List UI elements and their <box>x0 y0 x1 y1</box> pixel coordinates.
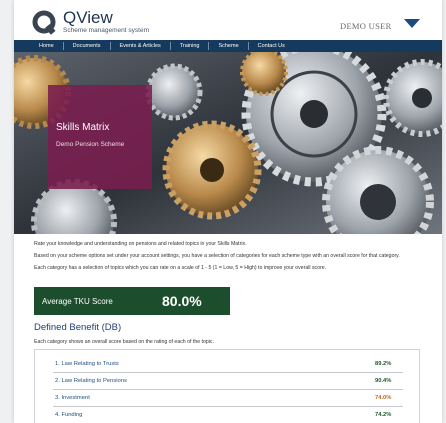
category-list: 1. Law Relating to Trusts 89.2% 2. Law R… <box>34 349 420 423</box>
brand-name[interactable]: QView <box>63 9 113 26</box>
hero-banner: Skills Matrix Demo Pension Scheme <box>14 52 442 234</box>
category-score: 74.2% <box>375 412 392 418</box>
q-logo-icon[interactable] <box>32 10 58 36</box>
category-score: 74.0% <box>375 395 392 401</box>
nav-item-home[interactable]: Home <box>30 42 64 50</box>
category-row[interactable]: 3. Investment 74.0% <box>53 390 403 407</box>
category-row[interactable]: 1. Law Relating to Trusts 89.2% <box>53 356 403 373</box>
nav-item-contact[interactable]: Contact Us <box>249 42 294 50</box>
nav-item-training[interactable]: Training <box>171 42 210 50</box>
nav-item-scheme[interactable]: Scheme <box>209 42 249 50</box>
average-score-panel: Average TKU Score 80.0% <box>34 287 230 315</box>
user-name[interactable]: DEMO USER <box>340 21 392 31</box>
intro-line-1: Rate your knowledge and understanding on… <box>34 241 247 247</box>
section-title: Defined Benefit (DB) <box>34 322 122 333</box>
category-row[interactable]: 4. Funding 74.2% <box>53 407 403 423</box>
average-score-label: Average TKU Score <box>42 297 113 306</box>
intro-line-3: Each category has a selection of topics … <box>34 265 327 271</box>
intro-line-2: Based on your scheme options set under y… <box>34 253 400 259</box>
page: QView Scheme management system DEMO USER… <box>14 0 442 423</box>
brand-tagline: Scheme management system <box>63 27 149 34</box>
category-label[interactable]: 1. Law Relating to Trusts <box>55 361 119 367</box>
nav-item-events[interactable]: Events & Articles <box>111 42 171 50</box>
section-description: Each category shows an overall score bas… <box>34 339 214 345</box>
main-nav: Home Documents Events & Articles Trainin… <box>14 40 442 52</box>
category-label[interactable]: 2. Law Relating to Pensions <box>55 378 127 384</box>
category-score: 90.4% <box>375 378 392 384</box>
average-score-value: 80.0% <box>162 293 202 309</box>
header: QView Scheme management system DEMO USER <box>14 0 442 40</box>
hero-card: Skills Matrix Demo Pension Scheme <box>48 85 152 189</box>
category-score: 89.2% <box>375 361 392 367</box>
hero-title: Skills Matrix <box>56 122 110 133</box>
category-label[interactable]: 4. Funding <box>55 412 82 418</box>
category-label[interactable]: 3. Investment <box>55 395 90 401</box>
chevron-down-icon[interactable] <box>404 19 420 29</box>
nav-item-documents[interactable]: Documents <box>64 42 111 50</box>
hero-subtitle: Demo Pension Scheme <box>56 141 125 148</box>
category-row[interactable]: 2. Law Relating to Pensions 90.4% <box>53 373 403 390</box>
